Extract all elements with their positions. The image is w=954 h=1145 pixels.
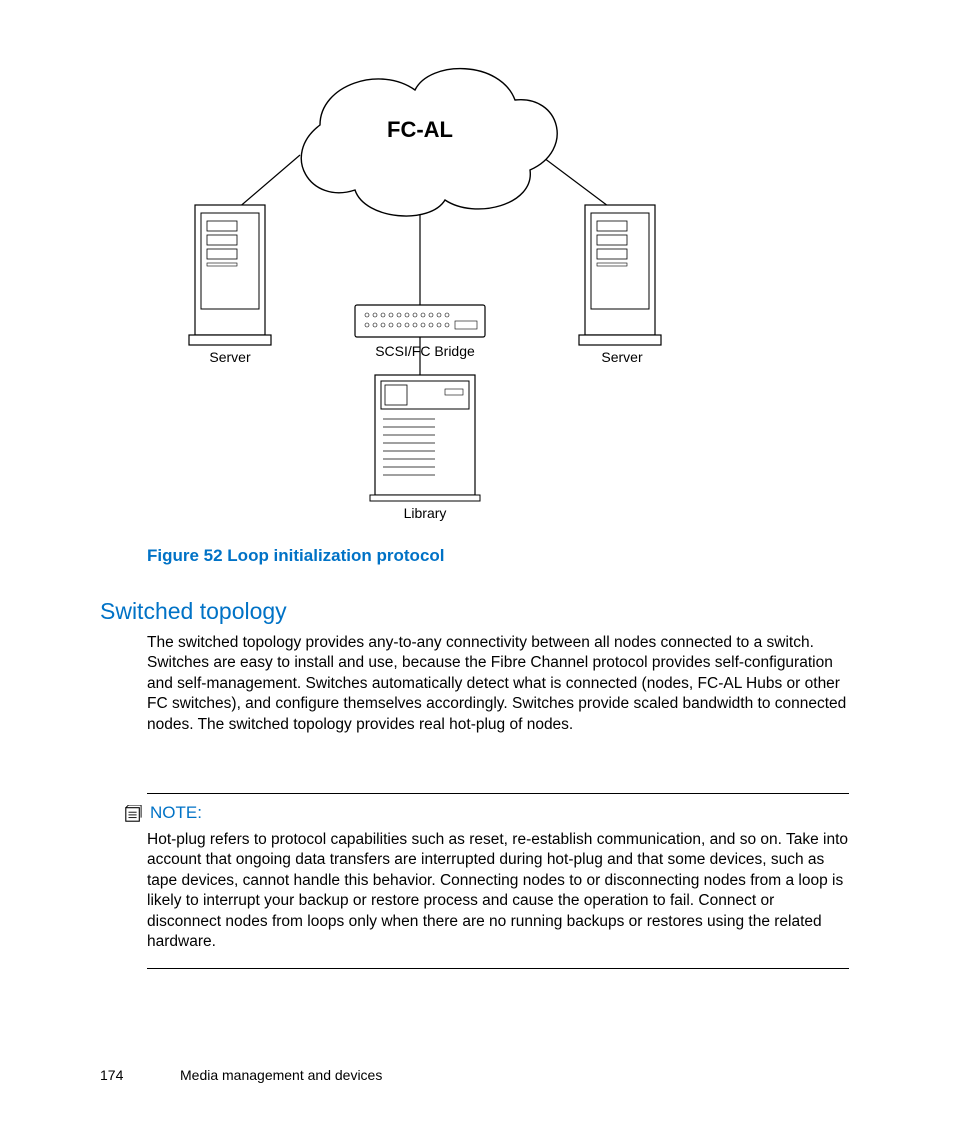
footer-chapter-title: Media management and devices <box>180 1067 382 1083</box>
server-right-label: Server <box>562 349 682 365</box>
note-rule-bottom <box>147 968 849 969</box>
note-label: NOTE: <box>150 803 202 823</box>
note-rule-top <box>147 793 849 794</box>
library-label: Library <box>365 505 485 521</box>
bridge-label: SCSI/FC Bridge <box>360 343 490 359</box>
note-text: Hot-plug refers to protocol capabilities… <box>147 830 849 953</box>
topology-diagram: FC-AL Server Server SCSI/FC Bridge Libra… <box>170 55 700 525</box>
figure-caption: Figure 52 Loop initialization protocol <box>147 546 445 566</box>
page-number: 174 <box>100 1067 123 1083</box>
cloud-label: FC-AL <box>360 117 480 143</box>
page: FC-AL Server Server SCSI/FC Bridge Libra… <box>0 0 954 1145</box>
server-left-label: Server <box>170 349 290 365</box>
section-heading: Switched topology <box>100 598 287 625</box>
body-paragraph: The switched topology provides any-to-an… <box>147 633 849 735</box>
note-icon <box>124 805 142 823</box>
